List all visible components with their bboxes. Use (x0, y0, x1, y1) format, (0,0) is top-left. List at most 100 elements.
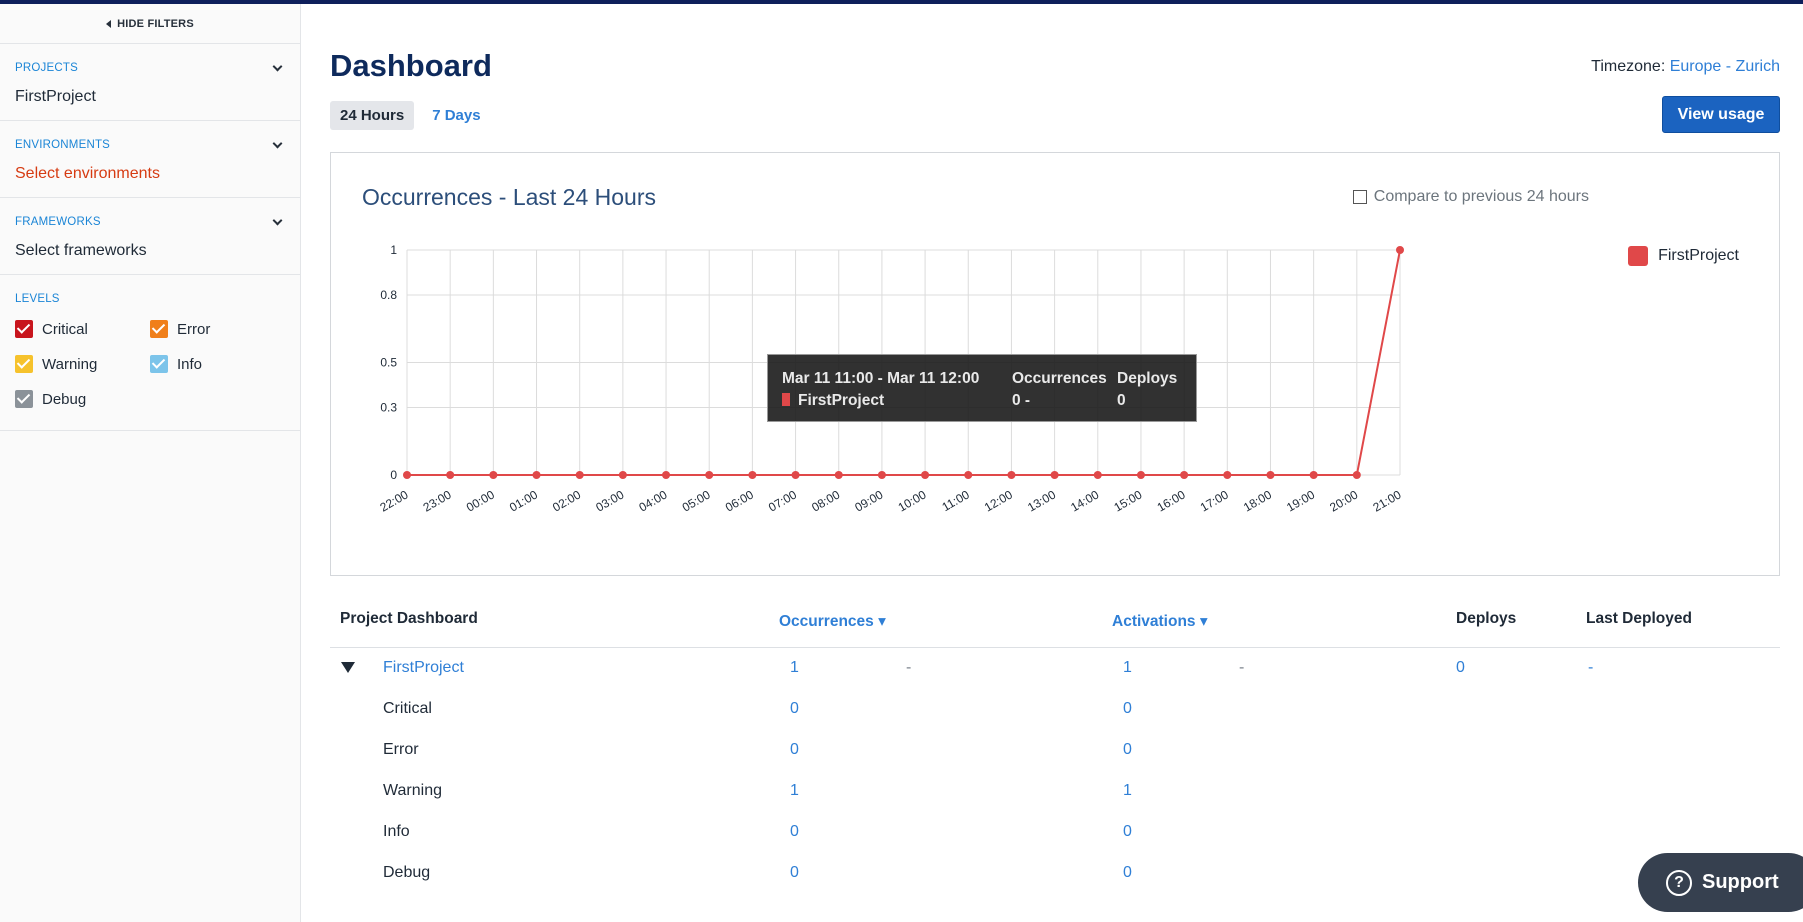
x-tick-label: 07:00 (766, 487, 799, 514)
level-name: Warning (383, 782, 442, 799)
timezone-link[interactable]: Europe - Zurich (1670, 58, 1780, 75)
frameworks-filter-title: FRAMEWORKS (15, 216, 101, 228)
tooltip-occurrences-value: 0 - (1012, 392, 1031, 409)
projects-filter-toggle[interactable]: PROJECTS (15, 61, 285, 74)
caret-left-icon (106, 19, 112, 28)
x-tick-label: 06:00 (723, 487, 756, 514)
level-activations: 1 (1123, 782, 1132, 799)
project-link[interactable]: FirstProject (383, 659, 464, 677)
projects-filter-value[interactable]: FirstProject (15, 88, 285, 106)
tab-7-days[interactable]: 7 Days (422, 101, 490, 130)
x-tick-label: 10:00 (896, 487, 929, 514)
environments-filter-title: ENVIRONMENTS (15, 139, 111, 151)
data-point (1050, 471, 1059, 479)
x-tick-label: 18:00 (1241, 487, 1274, 514)
projects-filter-title: PROJECTS (15, 62, 78, 74)
header-occurrences-sort[interactable]: Occurrences ▾ (779, 612, 886, 631)
level-checkbox-warning[interactable]: Warning (15, 355, 150, 373)
data-point (403, 471, 411, 479)
project-activations-change: - (1239, 659, 1245, 676)
hide-filters-button[interactable]: HIDE FILTERS (0, 4, 300, 44)
frameworks-filter-toggle[interactable]: FRAMEWORKS (15, 215, 285, 228)
level-occurrences: 0 (790, 741, 799, 758)
project-dashboard-table: Project Dashboard Occurrences ▾ Activati… (330, 598, 1780, 894)
level-checkbox-error[interactable]: Error (150, 320, 280, 338)
data-point (532, 471, 541, 479)
data-point (1396, 246, 1404, 254)
level-label: Debug (42, 390, 87, 408)
x-tick-label: 13:00 (1025, 487, 1058, 514)
data-point (1093, 471, 1102, 479)
level-checkbox-debug[interactable]: Debug (15, 390, 150, 408)
level-name: Error (383, 741, 419, 758)
tooltip-series-name: FirstProject (798, 392, 885, 409)
page-title: Dashboard (330, 48, 492, 83)
checkbox-checked-icon (15, 355, 33, 373)
tooltip-deploys-header: Deploys (1117, 370, 1178, 387)
x-tick-label: 09:00 (852, 487, 885, 514)
level-label: Warning (42, 355, 98, 373)
table-row-level: Warning 1 1 (330, 771, 1780, 812)
x-tick-label: 17:00 (1198, 487, 1231, 514)
timezone-label: Timezone: (1591, 58, 1666, 75)
project-occurrences-change: - (906, 659, 912, 676)
checkbox-checked-icon (150, 320, 168, 338)
levels-checkbox-grid: Critical Error Warning Info Debug (15, 320, 285, 408)
y-tick-label: 0.5 (380, 356, 397, 370)
level-activations: 0 (1123, 741, 1132, 758)
header-activations-sort[interactable]: Activations ▾ (1112, 612, 1208, 631)
data-point (834, 471, 843, 479)
level-name: Info (383, 823, 410, 840)
x-tick-label: 03:00 (593, 487, 626, 514)
level-occurrences: 0 (790, 823, 799, 840)
tab-24-hours[interactable]: 24 Hours (330, 101, 415, 130)
level-checkbox-info[interactable]: Info (150, 355, 280, 373)
level-occurrences: 0 (790, 700, 799, 717)
environments-filter-toggle[interactable]: ENVIRONMENTS (15, 138, 285, 151)
frameworks-filter: FRAMEWORKS Select frameworks (0, 198, 300, 275)
data-point (964, 471, 973, 479)
data-point (1180, 471, 1189, 479)
collapse-triangle-icon[interactable] (341, 662, 355, 673)
header-deploys: Deploys (1456, 610, 1517, 627)
data-point (748, 471, 757, 479)
level-checkbox-critical[interactable]: Critical (15, 320, 150, 338)
table-row-project: FirstProject 1 - 1 - 0 - (330, 648, 1780, 689)
header-last-deployed: Last Deployed (1586, 610, 1692, 627)
time-range-tabs: 24 Hours 7 Days (330, 101, 491, 130)
x-tick-label: 16:00 (1155, 487, 1188, 514)
data-point (1223, 471, 1232, 479)
hide-filters-label: HIDE FILTERS (117, 17, 194, 30)
environments-filter: ENVIRONMENTS Select environments (0, 121, 300, 198)
frameworks-filter-value[interactable]: Select frameworks (15, 242, 285, 260)
environments-filter-value[interactable]: Select environments (15, 165, 285, 183)
levels-filter: LEVELS Critical Error Warning Info Debug (0, 275, 300, 431)
table-row-level: Info 0 0 (330, 812, 1780, 853)
data-point (921, 471, 930, 479)
data-point (1136, 471, 1145, 479)
support-button[interactable]: ? Support (1638, 853, 1803, 912)
x-tick-label: 00:00 (464, 487, 497, 514)
tooltip-occurrences-header: Occurrences (1012, 370, 1107, 387)
level-activations: 0 (1123, 823, 1132, 840)
timezone-setting: Timezone: Europe - Zurich (1591, 58, 1780, 76)
data-point (1007, 471, 1016, 479)
chart-tooltip: Mar 11 11:00 - Mar 11 12:00 Occurrences … (767, 354, 1197, 422)
level-name: Debug (383, 864, 431, 881)
level-activations: 0 (1123, 864, 1132, 881)
x-tick-label: 02:00 (550, 487, 583, 514)
x-tick-label: 20:00 (1327, 487, 1360, 514)
table-row-level: Critical 0 0 (330, 689, 1780, 730)
view-usage-button[interactable]: View usage (1662, 96, 1780, 133)
x-tick-label: 14:00 (1068, 487, 1101, 514)
checkbox-checked-icon (15, 390, 33, 408)
y-tick-label: 0 (390, 468, 397, 482)
level-label: Error (177, 320, 211, 338)
data-point (705, 471, 714, 479)
data-point (1266, 471, 1275, 479)
x-tick-label: 12:00 (982, 487, 1015, 514)
data-point (575, 471, 584, 479)
header-project-dashboard: Project Dashboard (340, 610, 478, 627)
level-label: Info (177, 355, 203, 373)
data-point (489, 471, 498, 479)
